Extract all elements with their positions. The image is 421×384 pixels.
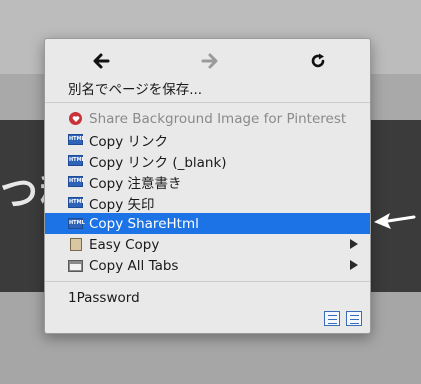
menu-item-label: Easy Copy <box>89 236 160 253</box>
menu-item-pinterest[interactable]: Share Background Image for Pinterest <box>45 108 370 129</box>
html-icon: HTML <box>68 196 85 209</box>
context-menu: 別名でページを保存... Share Background Image for … <box>44 38 371 334</box>
reload-button[interactable] <box>304 49 332 73</box>
menu-item-label: 1Password <box>68 289 140 306</box>
submenu-arrow-icon <box>350 260 358 270</box>
footer-icons <box>324 311 362 326</box>
menu-item-copy-notice[interactable]: HTML Copy 注意書き <box>45 171 370 192</box>
separator <box>45 102 370 103</box>
menu-item-copy-all-tabs[interactable]: Copy All Tabs <box>45 255 370 276</box>
checklist-icon[interactable] <box>324 311 340 326</box>
pointer-arrow-icon <box>374 213 416 229</box>
separator <box>45 281 370 282</box>
pinterest-icon <box>68 112 83 125</box>
menu-item-label: Copy リンク <box>89 133 169 150</box>
submenu-arrow-icon <box>350 239 358 249</box>
html-icon: HTML <box>68 133 85 146</box>
easy-copy-icon <box>68 238 83 251</box>
menu-item-label: Copy 矢印 <box>89 196 155 213</box>
forward-button[interactable] <box>196 49 224 73</box>
back-arrow-icon <box>93 53 110 69</box>
navigation-row <box>45 49 370 73</box>
html-icon: HTML <box>68 175 85 188</box>
tabs-icon <box>68 259 83 272</box>
menu-item-copy-sharehtml[interactable]: HTML Copy ShareHtml <box>45 213 370 234</box>
menu-item-label: Share Background Image for Pinterest <box>89 110 347 127</box>
menu-item-label: Copy ShareHtml <box>89 215 199 232</box>
back-button[interactable] <box>87 49 115 73</box>
save-page-as-label: 別名でページを保存... <box>68 81 203 98</box>
list-icon[interactable] <box>346 311 362 326</box>
html-icon: HTML <box>68 154 85 167</box>
menu-item-label: Copy All Tabs <box>89 257 179 274</box>
menu-item-copy-link-blank[interactable]: HTML Copy リンク (_blank) <box>45 150 370 171</box>
menu-item-easy-copy[interactable]: Easy Copy <box>45 234 370 255</box>
reload-icon <box>311 53 325 68</box>
menu-item-label: Copy 注意書き <box>89 175 182 192</box>
menu-item-label: Copy リンク (_blank) <box>89 154 227 171</box>
html-icon: HTML <box>68 217 85 230</box>
forward-arrow-icon <box>201 53 218 69</box>
menu-item-copy-arrow[interactable]: HTML Copy 矢印 <box>45 192 370 213</box>
menu-item-1password[interactable]: 1Password <box>45 287 370 308</box>
menu-item-copy-link[interactable]: HTML Copy リンク <box>45 129 370 150</box>
save-page-as-item[interactable]: 別名でページを保存... <box>45 77 370 98</box>
